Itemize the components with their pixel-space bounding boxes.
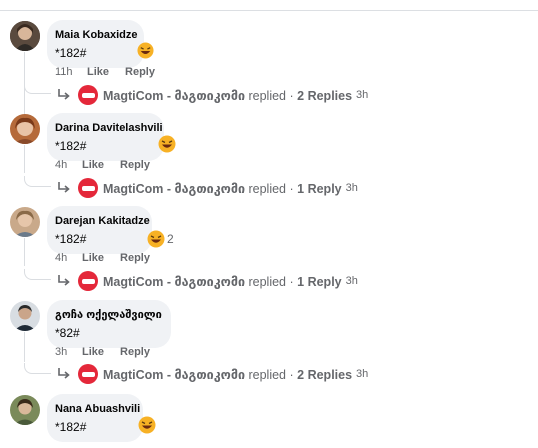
comment-actions: 11h Like Reply [55, 66, 171, 78]
laughing-emoji-icon [138, 416, 156, 434]
reaction-badge[interactable] [138, 416, 156, 434]
view-replies-link[interactable]: MagtiCom - მაგთიკომი replied · 2 Replies… [56, 85, 368, 105]
reaction-badge[interactable] [158, 135, 176, 153]
comment-bubble: გოჩა ოქელაშვილი *82# [47, 300, 171, 348]
replied-label: replied [248, 181, 287, 196]
reply-arrow-icon [58, 368, 70, 379]
view-replies-link[interactable]: MagtiCom - მაგთიკომი replied · 1 Reply 3… [56, 178, 358, 198]
laughing-emoji-icon [137, 42, 154, 59]
replied-label: replied [248, 367, 287, 382]
reply-arrow-icon [58, 275, 70, 286]
replies-count: 2 Replies [297, 88, 353, 103]
avatar[interactable] [10, 301, 40, 331]
comment-actions: 3h Like Reply [55, 346, 166, 358]
replied-label: replied [248, 274, 287, 289]
comment-time[interactable]: 3h [55, 346, 82, 358]
comment-bubble: Darejan Kakitadze *182# [47, 206, 152, 254]
reply-author: MagtiCom - მაგთიკომი [103, 274, 245, 289]
replies-count: 2 Replies [297, 367, 353, 382]
thread-connector [24, 145, 25, 173]
comment-author[interactable]: Nana Abuashvili [55, 402, 140, 416]
thread-elbow [24, 83, 51, 94]
laughing-emoji-icon [158, 135, 176, 153]
replies-time: 3h [356, 89, 369, 101]
like-button[interactable]: Like [82, 159, 104, 171]
comment-bubble: Maia Kobaxidze *182# [47, 20, 144, 68]
reply-button[interactable]: Reply [120, 346, 150, 358]
thread-elbow [24, 176, 51, 187]
avatar[interactable] [10, 207, 40, 237]
magticom-logo-icon [78, 85, 98, 105]
comment-text: *182# [55, 420, 87, 434]
replied-label: replied [248, 88, 287, 103]
reply-arrow-icon [58, 182, 70, 193]
like-button[interactable]: Like [87, 66, 109, 78]
comment-bubble: Darina Davitelashvili *182# [47, 113, 164, 161]
reply-author: MagtiCom - მაგთიკომი [103, 88, 245, 103]
thread-elbow [24, 363, 51, 374]
reply-button[interactable]: Reply [120, 252, 150, 264]
separator-dot: · [289, 367, 294, 382]
view-replies-link[interactable]: MagtiCom - მაგთიკომი replied · 1 Reply 3… [56, 271, 358, 291]
replies-time: 3h [345, 275, 358, 287]
reply-author: MagtiCom - მაგთიკომი [103, 181, 245, 196]
comment-text: *182# [55, 139, 87, 153]
comment-time[interactable]: 11h [55, 66, 87, 78]
magticom-logo-icon [78, 271, 98, 291]
comment-author[interactable]: Darina Davitelashvili [55, 121, 163, 135]
comment-text: *182# [55, 232, 87, 246]
thread-elbow [24, 269, 51, 280]
replies-count: 1 Reply [297, 274, 342, 289]
comment-bubble: Nana Abuashvili *182# [47, 394, 143, 442]
avatar[interactable] [10, 395, 40, 425]
replies-count: 1 Reply [297, 181, 342, 196]
thread-connector [24, 332, 25, 362]
reply-button[interactable]: Reply [125, 66, 155, 78]
reply-button[interactable]: Reply [120, 159, 150, 171]
view-replies-link[interactable]: MagtiCom - მაგთიკომი replied · 2 Replies… [56, 364, 368, 384]
comment-author[interactable]: გოჩა ოქელაშვილი [55, 308, 162, 322]
magticom-logo-icon [78, 364, 98, 384]
reaction-badge[interactable] [137, 42, 154, 59]
separator-dot: · [289, 88, 294, 103]
reaction-count: 2 [167, 232, 174, 246]
comment-actions: 4h Like Reply [55, 252, 166, 264]
like-button[interactable]: Like [82, 346, 104, 358]
avatar[interactable] [10, 114, 40, 144]
separator-dot: · [289, 181, 294, 196]
magticom-logo-icon [78, 178, 98, 198]
thread-connector [24, 238, 25, 266]
comment-time[interactable]: 4h [55, 252, 82, 264]
comment-author[interactable]: Darejan Kakitadze [55, 214, 150, 228]
reply-author: MagtiCom - მაგთიკომი [103, 367, 245, 382]
comment-author[interactable]: Maia Kobaxidze [55, 28, 138, 42]
reaction-badge[interactable]: 2 [147, 230, 174, 248]
comment-text: *182# [55, 46, 87, 60]
avatar[interactable] [10, 21, 40, 51]
replies-time: 3h [345, 182, 358, 194]
top-divider [0, 10, 538, 11]
comment-actions: 4h Like Reply [55, 159, 166, 171]
comment-text: *82# [55, 326, 80, 340]
comment-time[interactable]: 4h [55, 159, 82, 171]
laughing-emoji-icon [147, 230, 165, 248]
like-button[interactable]: Like [82, 252, 104, 264]
reply-arrow-icon [58, 89, 70, 100]
separator-dot: · [289, 274, 294, 289]
replies-time: 3h [356, 368, 369, 380]
